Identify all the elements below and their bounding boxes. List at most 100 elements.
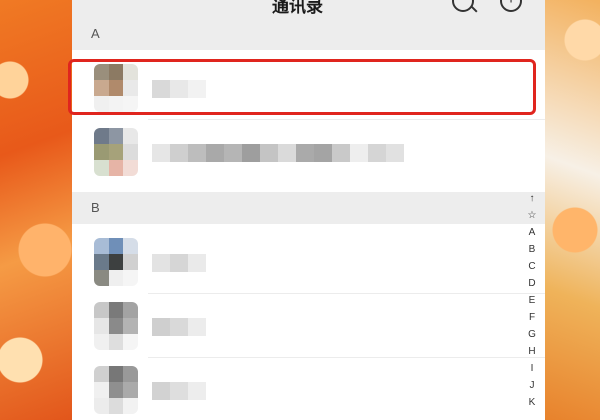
avatar-pixel <box>94 144 109 160</box>
contact-row[interactable] <box>72 56 545 120</box>
name-pixel <box>152 144 170 162</box>
avatar <box>94 366 138 414</box>
avatar-pixel <box>94 382 109 398</box>
avatar <box>94 64 138 112</box>
name-pixel <box>296 144 314 162</box>
alphabet-index-bar[interactable]: ↑ ☆ A B C D E F G H I J K <box>524 190 540 411</box>
index-letter[interactable]: B <box>529 241 536 258</box>
contact-row[interactable] <box>72 358 545 420</box>
avatar-pixel <box>94 398 109 414</box>
avatar-pixel <box>108 334 124 350</box>
name-pixel <box>314 144 332 162</box>
index-letter[interactable]: ☆ <box>528 207 537 224</box>
name-pixel <box>278 144 296 162</box>
avatar-pixel <box>123 128 138 144</box>
avatar-pixel <box>94 238 109 254</box>
avatar <box>94 238 138 286</box>
avatar-pixel <box>123 64 138 80</box>
avatar-pixel <box>94 302 109 318</box>
contact-name <box>152 382 206 400</box>
contact-name <box>152 318 206 336</box>
name-pixel <box>188 318 206 336</box>
avatar <box>94 128 138 176</box>
name-pixel <box>188 254 206 272</box>
avatar-pixel <box>123 144 138 160</box>
index-letter[interactable]: G <box>528 326 536 343</box>
name-pixel <box>152 80 170 98</box>
contact-row[interactable] <box>72 230 545 294</box>
avatar-pixel <box>108 254 124 270</box>
contact-row[interactable] <box>72 120 545 184</box>
name-pixel <box>170 80 188 98</box>
avatar-pixel <box>108 64 124 80</box>
index-letter[interactable]: F <box>529 309 535 326</box>
name-pixel <box>224 144 242 162</box>
search-icon[interactable] <box>452 0 474 12</box>
name-pixel <box>242 144 260 162</box>
name-pixel <box>170 382 188 400</box>
name-pixel <box>152 318 170 336</box>
section-header-b: B <box>72 192 545 224</box>
contact-row[interactable] <box>72 294 545 358</box>
avatar-pixel <box>108 398 124 414</box>
name-pixel <box>350 144 368 162</box>
name-pixel <box>188 144 206 162</box>
avatar-pixel <box>123 382 138 398</box>
avatar-pixel <box>123 334 138 350</box>
avatar-pixel <box>123 80 138 96</box>
avatar-pixel <box>108 144 124 160</box>
avatar-pixel <box>94 254 109 270</box>
index-letter[interactable]: K <box>529 394 536 411</box>
avatar-pixel <box>94 96 109 112</box>
avatar-pixel <box>94 334 109 350</box>
name-pixel <box>170 144 188 162</box>
avatar-pixel <box>108 318 124 334</box>
contact-name <box>152 254 206 272</box>
index-letter[interactable]: ↑ <box>530 190 535 207</box>
avatar-pixel <box>94 64 109 80</box>
index-letter[interactable]: C <box>528 258 535 275</box>
orange-background-left <box>0 0 72 420</box>
name-pixel <box>206 144 224 162</box>
name-pixel <box>368 144 386 162</box>
name-pixel <box>188 80 206 98</box>
name-pixel <box>332 144 350 162</box>
name-pixel <box>152 254 170 272</box>
index-letter[interactable]: E <box>529 292 536 309</box>
avatar-pixel <box>94 318 109 334</box>
avatar-pixel <box>123 302 138 318</box>
avatar-pixel <box>108 96 124 112</box>
orange-background-right <box>545 0 600 420</box>
avatar-pixel <box>108 382 124 398</box>
index-letter[interactable]: H <box>528 343 535 360</box>
avatar-pixel <box>108 128 124 144</box>
avatar-pixel <box>123 238 138 254</box>
avatar-pixel <box>123 96 138 112</box>
contact-name <box>152 144 404 162</box>
name-pixel <box>386 144 404 162</box>
avatar-pixel <box>108 270 124 286</box>
name-pixel <box>152 382 170 400</box>
avatar-pixel <box>94 128 109 144</box>
index-letter[interactable]: A <box>529 224 536 241</box>
avatar-pixel <box>123 270 138 286</box>
avatar <box>94 302 138 350</box>
avatar-pixel <box>108 160 124 176</box>
index-letter[interactable]: D <box>528 275 535 292</box>
avatar-pixel <box>94 80 109 96</box>
contacts-screen: 通讯录 + A B ↑☆ABCDEFGHIJK <box>72 0 545 420</box>
add-icon[interactable]: + <box>500 0 522 12</box>
name-pixel <box>170 254 188 272</box>
avatar-pixel <box>123 160 138 176</box>
avatar-pixel <box>108 302 124 318</box>
page-title: 通讯录 <box>272 0 323 16</box>
contact-name <box>152 80 206 98</box>
index-letter[interactable]: J <box>530 377 535 394</box>
avatar-pixel <box>94 366 109 382</box>
section-header-a: A <box>72 18 545 50</box>
avatar-pixel <box>94 270 109 286</box>
avatar-pixel <box>123 254 138 270</box>
name-pixel <box>170 318 188 336</box>
index-letter[interactable]: I <box>531 360 534 377</box>
avatar-pixel <box>123 366 138 382</box>
